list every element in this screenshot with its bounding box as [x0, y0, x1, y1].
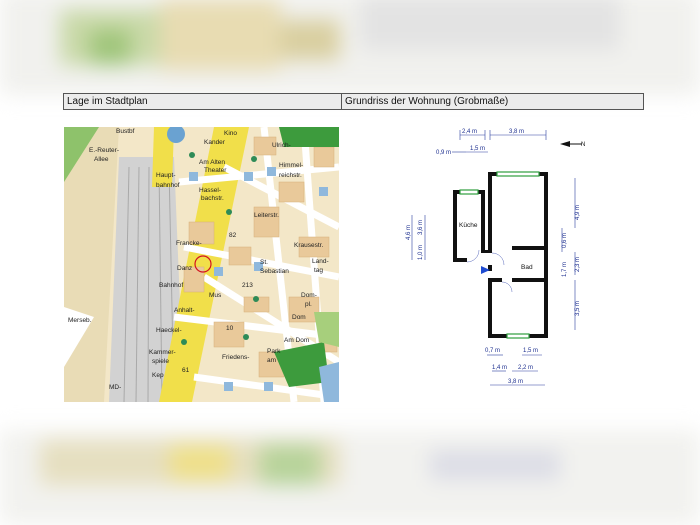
- city-map: Kino Bustbf Kander Ulrich- E.-Reuter- Al…: [64, 127, 339, 402]
- dim-label: 2,3 m: [575, 257, 581, 272]
- map-label: E.-Reuter-: [89, 147, 119, 154]
- map-label: Allee: [94, 156, 109, 163]
- dim-label: 4,9 m: [575, 205, 581, 220]
- dim-label: 1,0 m: [418, 245, 424, 260]
- map-label: Friedens-: [222, 354, 249, 361]
- north-arrow-icon: [560, 141, 570, 147]
- map-label: Anhalt-: [174, 307, 195, 314]
- map-label: Merseb.: [68, 317, 92, 324]
- map-label: 10: [226, 325, 234, 332]
- map-label: 82: [229, 232, 237, 239]
- map-label: bachstr.: [201, 195, 224, 202]
- walls: [453, 172, 548, 338]
- map-label: tag: [314, 267, 323, 274]
- map-label: Am Dom: [284, 337, 309, 344]
- map-label: pl.: [305, 301, 312, 308]
- map-label: Bustbf: [116, 128, 135, 135]
- map-label: Kep: [152, 372, 164, 379]
- room-label-kitchen: Küche: [459, 222, 478, 229]
- map-label: am: [267, 357, 276, 364]
- floorplan-section-title: Grundriss der Wohnung (Grobmaße): [345, 96, 509, 107]
- map-label: Bahnhof: [159, 282, 183, 289]
- map-label: Dom: [292, 314, 306, 321]
- map-label: Park: [267, 348, 281, 355]
- blurred-photo-strip-bottom: [0, 430, 700, 525]
- room-label-bath: Bad: [521, 264, 533, 271]
- map-label: Land-: [312, 258, 329, 265]
- dim-label: 4,6 m: [406, 225, 412, 240]
- map-label: Kammer-: [149, 349, 176, 356]
- map-label: Mus: [209, 292, 222, 299]
- dim-label: 2,2 m: [518, 365, 533, 371]
- map-label: St.: [260, 259, 268, 266]
- dim-label: 3,8 m: [509, 129, 524, 135]
- dim-label: 3,5 m: [575, 301, 581, 316]
- map-label: Hassel-: [199, 187, 221, 194]
- map-label: Sebastian: [260, 268, 289, 275]
- map-label: Ulrich-: [272, 142, 291, 149]
- map-section-title: Lage im Stadtplan: [64, 94, 342, 109]
- map-label: Francke-: [176, 240, 202, 247]
- map-label: spiele: [152, 358, 169, 365]
- blurred-photo-strip-top: [0, 0, 700, 95]
- dim-label: 0,6 m: [562, 233, 568, 248]
- dim-label: 1,5 m: [470, 146, 485, 152]
- map-label: MD-: [109, 384, 121, 391]
- map-label: Kander: [204, 139, 226, 146]
- dim-label: 1,7 m: [562, 262, 568, 277]
- map-label: Am Alten: [199, 159, 225, 166]
- dim-label: 0,7 m: [485, 348, 500, 354]
- map-label: 61: [182, 367, 190, 374]
- north-label: N: [581, 142, 585, 148]
- map-label: Krausestr.: [294, 242, 323, 249]
- windows: [459, 171, 540, 339]
- map-label: 213: [242, 282, 253, 289]
- map-label: bahnhof: [156, 182, 180, 189]
- dim-label: 3,8 m: [508, 379, 523, 385]
- section-header-row: Lage im Stadtplan Grundriss der Wohnung …: [63, 93, 644, 110]
- map-label: reichstr.: [279, 172, 302, 179]
- map-label: Haupt-: [156, 172, 176, 179]
- map-label: Haeckel-: [156, 327, 182, 334]
- dim-label: 2,4 m: [462, 129, 477, 135]
- dim-label: 1,4 m: [492, 365, 507, 371]
- map-label: Kino: [224, 130, 237, 137]
- map-label: Theater: [204, 167, 227, 174]
- dimension-lines: [411, 130, 576, 386]
- map-label: Danz: [177, 265, 192, 272]
- dim-label: 3,6 m: [418, 220, 424, 235]
- floor-plan: N 2,4 m 3,8 m 0,9 m 1,5 m 4,6 m 3,6 m 1,…: [400, 120, 600, 400]
- dim-label: 1,5 m: [523, 348, 538, 354]
- map-label: Himmel-: [279, 162, 303, 169]
- map-label: Leiterstr.: [254, 212, 279, 219]
- dim-label: 0,9 m: [436, 150, 451, 156]
- map-label: Dom-: [301, 292, 317, 299]
